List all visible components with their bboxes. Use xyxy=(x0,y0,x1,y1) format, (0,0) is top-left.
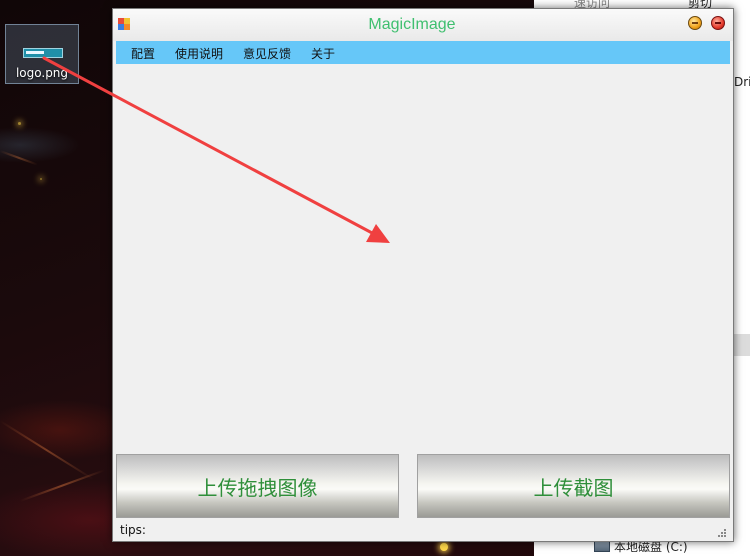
resize-grip-icon[interactable] xyxy=(716,527,726,537)
magicimage-window: MagicImage 配置 使用说明 意见反馈 关于 上传拖拽图像 上传截图 t… xyxy=(112,8,734,542)
desktop-file-icon[interactable]: logo.png xyxy=(5,24,79,84)
image-thumbnail-icon xyxy=(23,48,63,58)
menu-bar: 配置 使用说明 意见反馈 关于 xyxy=(116,41,730,64)
light-streak xyxy=(0,420,94,481)
close-icon xyxy=(715,22,721,24)
close-button[interactable] xyxy=(711,16,725,30)
menu-item-config[interactable]: 配置 xyxy=(131,45,155,62)
explorer-drive-column: Dri xyxy=(734,75,750,89)
light-spark xyxy=(40,178,42,180)
minimize-button[interactable] xyxy=(688,16,702,30)
image-drop-area[interactable] xyxy=(116,65,730,451)
status-tips-text: tips: xyxy=(120,523,146,537)
minimize-icon xyxy=(692,22,698,24)
menu-item-about[interactable]: 关于 xyxy=(311,45,335,62)
menu-item-feedback[interactable]: 意见反馈 xyxy=(243,45,291,62)
title-bar[interactable]: MagicImage xyxy=(113,9,733,41)
light-streak xyxy=(0,150,38,166)
upload-drag-image-button[interactable]: 上传拖拽图像 xyxy=(116,454,399,518)
desktop-file-label: logo.png xyxy=(15,66,69,80)
light-streak xyxy=(19,469,105,502)
light-spark xyxy=(18,122,21,125)
upload-screenshot-button[interactable]: 上传截图 xyxy=(417,454,730,518)
status-bar: tips: xyxy=(116,521,730,539)
light-spark xyxy=(440,543,448,551)
menu-item-instructions[interactable]: 使用说明 xyxy=(175,45,223,62)
window-title: MagicImage xyxy=(368,16,456,33)
